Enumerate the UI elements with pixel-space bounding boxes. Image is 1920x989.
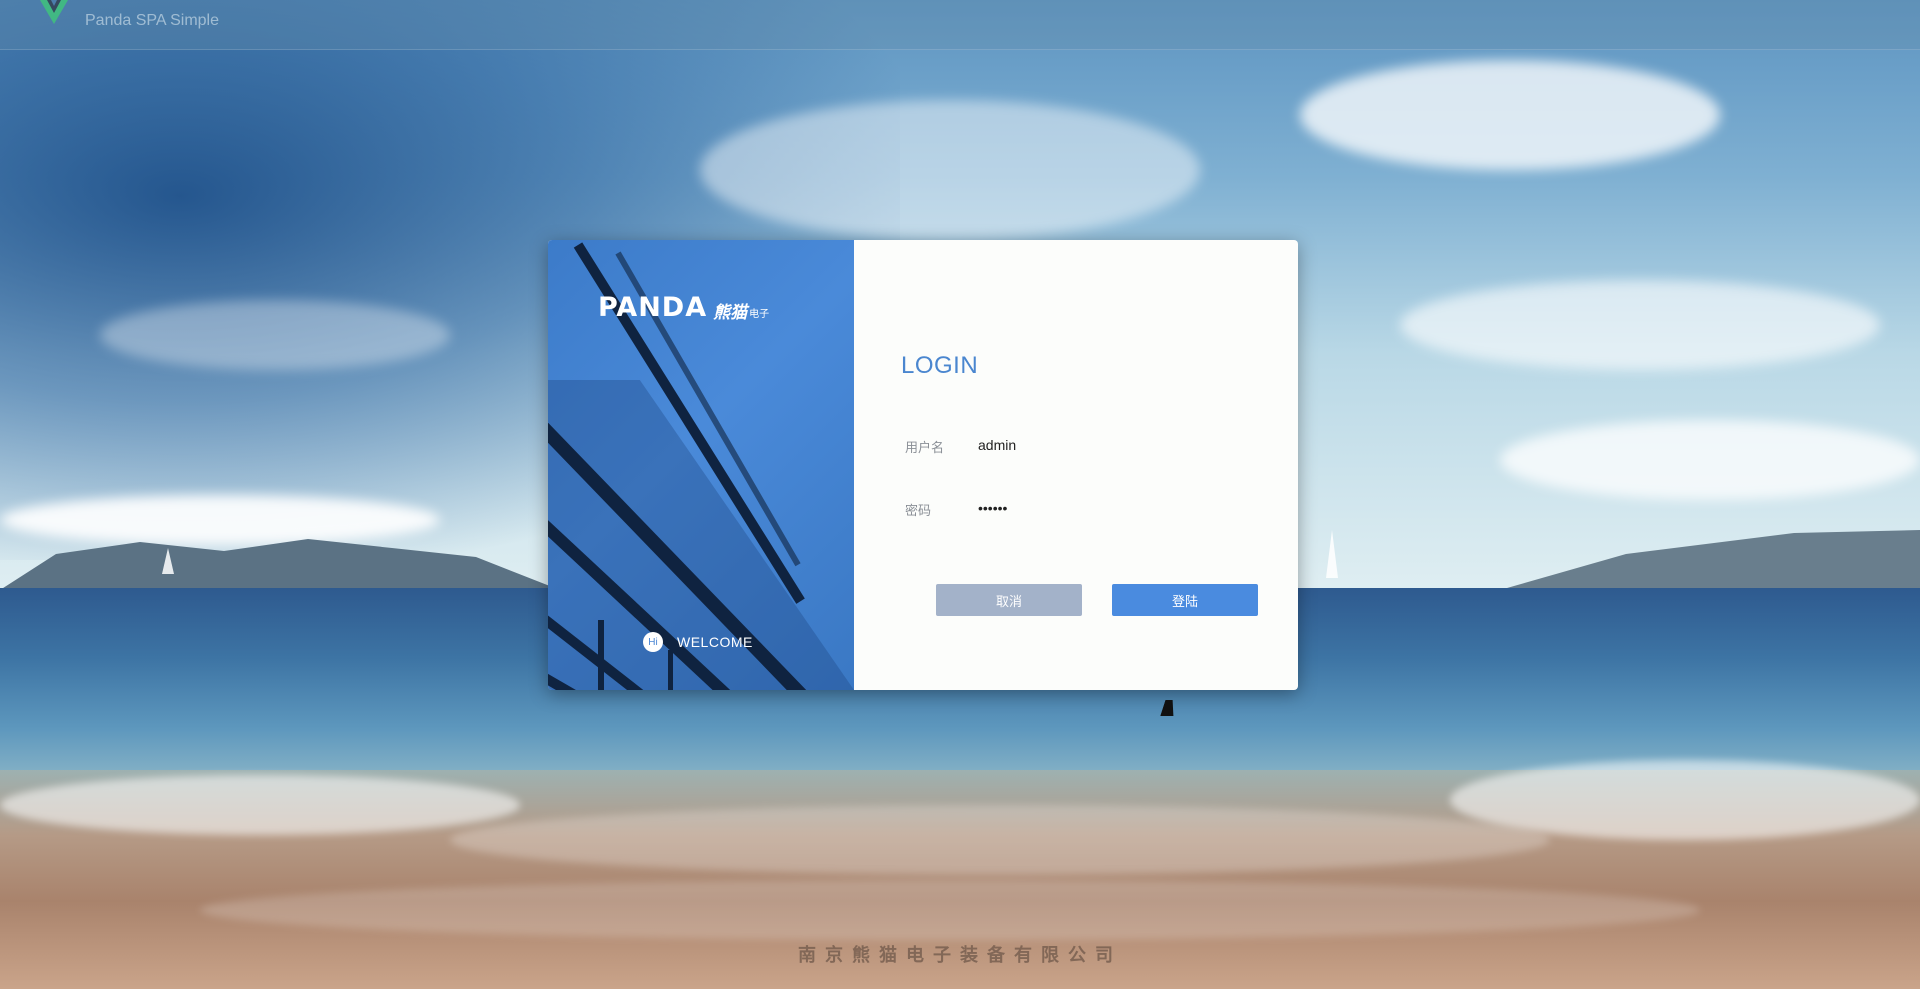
password-label: 密码 (905, 503, 932, 518)
cloud (700, 100, 1200, 240)
cloud (0, 495, 440, 545)
welcome-text: WELCOME (677, 634, 753, 650)
cancel-button[interactable]: 取消 (936, 584, 1082, 616)
building-stripe (598, 620, 604, 690)
password-input[interactable] (978, 495, 1258, 521)
login-card: PANDA 熊猫 电子 Hi WELCOME LOGIN 用户名 密码 取消 登… (548, 240, 1298, 690)
wave-foam (450, 805, 1550, 875)
wave-foam (1450, 760, 1920, 840)
cloud (1400, 280, 1880, 370)
sailboat (1326, 530, 1338, 578)
wave-foam (200, 880, 1700, 940)
login-button[interactable]: 登陆 (1112, 584, 1258, 616)
hi-badge: Hi (643, 632, 663, 652)
top-header: Panda SPA Simple (0, 0, 1920, 50)
app-title: Panda SPA Simple (85, 12, 220, 29)
username-input[interactable] (978, 432, 1258, 458)
sailboat (162, 548, 174, 574)
brand-panel: PANDA 熊猫 电子 Hi WELCOME (548, 240, 854, 690)
brand-chinese-sub: 电子 (749, 309, 770, 320)
username-label: 用户名 (905, 440, 945, 455)
login-title: LOGIN (901, 352, 979, 379)
cloud (1500, 420, 1920, 500)
company-footer: 南京熊猫电子装备有限公司 (798, 945, 1122, 965)
vue-logo-icon (40, 0, 68, 24)
welcome-row: Hi WELCOME (643, 632, 753, 652)
brand-word: PANDA (598, 292, 708, 323)
building-stripe (668, 650, 673, 690)
cloud (1300, 60, 1720, 170)
panda-logo: PANDA 熊猫 电子 (598, 292, 769, 323)
wave-foam (0, 775, 520, 835)
brand-chinese: 熊猫 (713, 303, 748, 322)
cloud (100, 300, 450, 370)
